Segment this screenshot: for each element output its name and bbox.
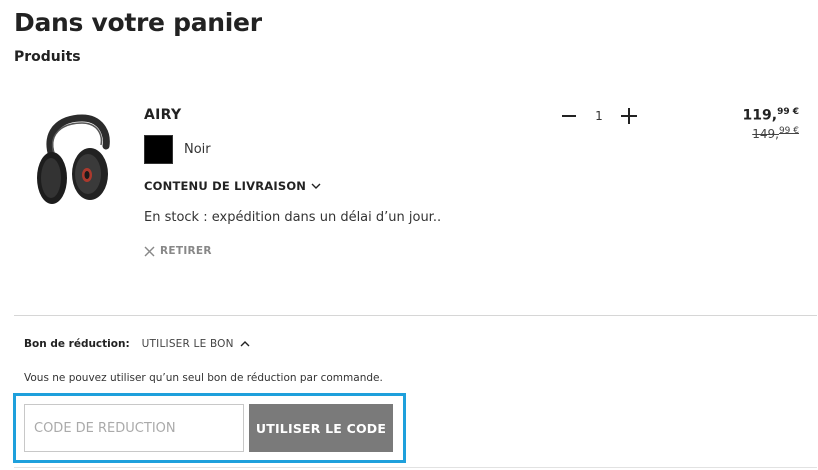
chevron-down-icon	[311, 183, 321, 189]
voucher-row: Bon de réduction: UTILISER LE BON	[24, 338, 250, 350]
chevron-up-icon	[240, 341, 250, 347]
quantity-value: 1	[595, 109, 603, 123]
use-voucher-label: UTILISER LE BON	[141, 338, 234, 350]
current-price-cents: 99 €	[777, 107, 799, 117]
minus-icon	[562, 115, 576, 117]
plus-icon	[621, 108, 637, 124]
current-price-main: 119,	[742, 107, 778, 124]
decrease-quantity-button[interactable]	[558, 103, 580, 129]
quantity-stepper: 1	[558, 103, 640, 129]
use-voucher-toggle[interactable]: UTILISER LE BON	[142, 338, 250, 350]
color-swatch	[144, 135, 173, 164]
original-price: 149,99 €	[743, 126, 799, 141]
divider	[14, 315, 817, 316]
product-name[interactable]: AIRY	[144, 107, 181, 123]
color-name: Noir	[184, 142, 211, 157]
bottom-divider	[14, 467, 817, 468]
original-price-cents: 99 €	[778, 125, 799, 136]
close-icon	[144, 246, 155, 256]
increase-quantity-button[interactable]	[618, 103, 640, 129]
stock-status: En stock : expédition dans un délai d’un…	[144, 210, 442, 225]
price-block: 119,99 € 149,99 €	[743, 107, 799, 141]
voucher-code-input[interactable]	[24, 404, 244, 452]
voucher-label: Bon de réduction:	[24, 338, 130, 350]
page-title: Dans votre panier	[14, 8, 262, 37]
remove-label: RETIRER	[160, 245, 212, 257]
delivery-content-toggle[interactable]: CONTENU DE LIVRAISON	[144, 179, 321, 193]
original-price-main: 149,	[752, 126, 779, 141]
apply-code-button[interactable]: UTILISER LE CODE	[249, 404, 393, 452]
current-price: 119,99 €	[743, 107, 799, 124]
products-section-label: Produits	[14, 49, 81, 65]
remove-button[interactable]: RETIRER	[144, 245, 212, 257]
delivery-content-label: CONTENU DE LIVRAISON	[144, 179, 307, 193]
voucher-note: Vous ne pouvez utiliser qu’un seul bon d…	[24, 372, 383, 384]
product-image[interactable]	[30, 112, 112, 216]
